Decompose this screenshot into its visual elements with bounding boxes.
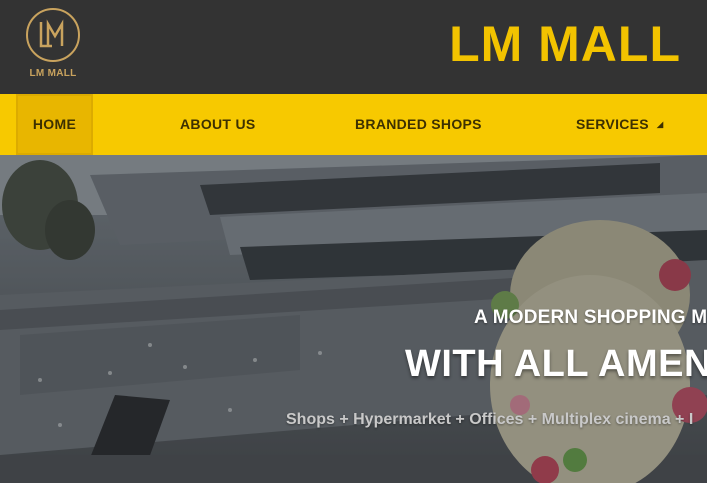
site-title: LM MALL — [449, 16, 681, 72]
main-nav: HOME ABOUT US BRANDED SHOPS SERVICES ◢ — [0, 94, 707, 155]
nav-item-home[interactable]: HOME — [16, 94, 93, 155]
nav-item-label: HOME — [32, 116, 77, 132]
logo-emblem-icon — [26, 8, 80, 62]
logo-text: LM MALL — [29, 68, 77, 79]
hero-headline: WITH ALL AMEN — [405, 343, 707, 385]
site-header: LM MALL LM MALL — [0, 0, 707, 94]
logo[interactable]: LM MALL — [20, 6, 86, 82]
hero-tagline: A MODERN SHOPPING M — [474, 307, 707, 328]
nav-item-label: ABOUT US — [180, 116, 256, 132]
hero-banner: A MODERN SHOPPING M WITH ALL AMEN Shops … — [0, 155, 707, 483]
nav-item-label: BRANDED SHOPS — [355, 116, 482, 132]
nav-item-services[interactable]: SERVICES ◢ — [576, 94, 663, 155]
nav-item-about-us[interactable]: ABOUT US — [180, 94, 256, 155]
dropdown-arrow-icon: ◢ — [656, 119, 664, 129]
nav-item-label: SERVICES — [576, 116, 649, 132]
nav-item-branded-shops[interactable]: BRANDED SHOPS — [355, 94, 482, 155]
hero-subline: Shops + Hypermarket + Offices + Multiple… — [286, 411, 694, 428]
